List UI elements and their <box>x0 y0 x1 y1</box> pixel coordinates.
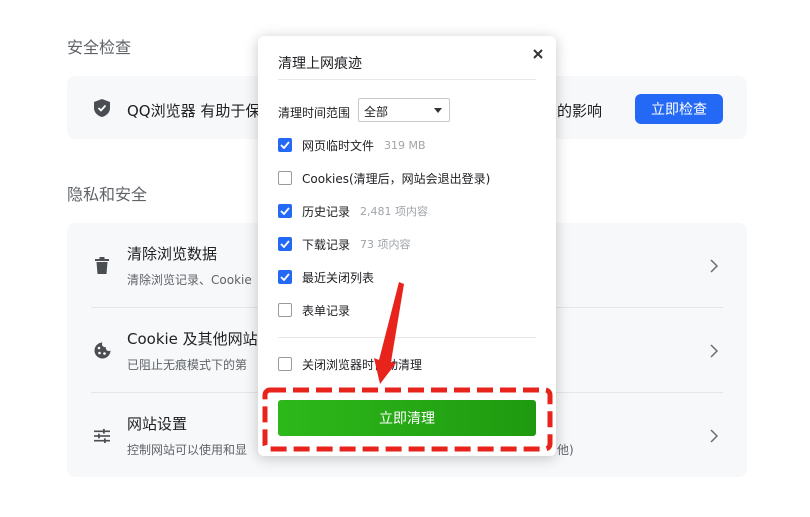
chevron-down-icon <box>434 108 442 113</box>
option-label: 历史记录 <box>302 204 351 219</box>
row-title: 网站设置 <box>127 415 188 433</box>
divider <box>278 337 536 338</box>
chevron-right-icon <box>710 343 719 358</box>
option-meta: 2,481 项内容 <box>360 205 429 218</box>
option-temp-files[interactable]: 网页临时文件 319 MB <box>278 136 426 154</box>
option-meta: 319 MB <box>384 138 426 152</box>
trash-icon <box>93 257 111 275</box>
row-title: Cookie 及其他网站 <box>127 330 258 348</box>
time-range-label: 清理时间范围 <box>278 106 351 120</box>
close-icon[interactable] <box>530 46 546 62</box>
option-cookies[interactable]: Cookies(清理后，网站会退出登录) <box>278 169 490 187</box>
dialog-title: 清理上网痕迹 <box>278 56 362 72</box>
checkbox-unchecked[interactable] <box>278 303 292 317</box>
shield-icon <box>93 98 111 117</box>
chevron-right-icon <box>710 428 719 443</box>
security-section-title: 安全检查 <box>67 38 132 57</box>
divider <box>278 79 536 80</box>
sliders-icon <box>93 427 111 445</box>
clear-history-dialog: 清理上网痕迹 清理时间范围 全部 网页临时文件 319 MB Cookies(清… <box>258 36 556 456</box>
option-label: 网页临时文件 <box>302 138 375 153</box>
option-label: 表单记录 <box>302 303 351 318</box>
option-auto-clean[interactable]: 关闭浏览器时自动清理 <box>278 355 422 373</box>
row-subtitle: 清除浏览记录、Cookie <box>127 273 252 287</box>
option-label: 关闭浏览器时自动清理 <box>302 357 423 372</box>
row-title: 清除浏览数据 <box>127 245 218 263</box>
option-label: 最近关闭列表 <box>302 270 375 285</box>
option-downloads[interactable]: 下载记录 73 项内容 <box>278 235 411 253</box>
security-description-tail: 的影响 <box>557 102 603 120</box>
option-meta: 73 项内容 <box>360 238 411 251</box>
check-now-button[interactable]: 立即检查 <box>635 94 723 124</box>
option-history[interactable]: 历史记录 2,481 项内容 <box>278 202 428 220</box>
time-range-value: 全部 <box>364 105 389 119</box>
checkbox-unchecked[interactable] <box>278 357 292 371</box>
option-recently-closed[interactable]: 最近关闭列表 <box>278 268 374 286</box>
option-form-data[interactable]: 表单记录 <box>278 301 350 319</box>
option-label: Cookies(清理后，网站会退出登录) <box>302 171 491 186</box>
checkbox-checked[interactable] <box>278 138 292 152</box>
security-description: QQ浏览器 有助于保 <box>127 102 261 120</box>
time-range-select[interactable]: 全部 <box>358 98 450 122</box>
clean-now-button[interactable]: 立即清理 <box>278 400 536 436</box>
checkbox-checked[interactable] <box>278 270 292 284</box>
chevron-right-icon <box>710 258 719 273</box>
option-label: 下载记录 <box>302 237 351 252</box>
cookie-icon <box>93 342 111 360</box>
privacy-section-title: 隐私和安全 <box>67 185 148 204</box>
row-subtitle-tail: 他) <box>557 443 574 457</box>
checkbox-checked[interactable] <box>278 204 292 218</box>
checkbox-checked[interactable] <box>278 237 292 251</box>
row-subtitle: 已阻止无痕模式下的第 <box>127 358 248 372</box>
row-subtitle: 控制网站可以使用和显 <box>127 443 248 457</box>
checkbox-unchecked[interactable] <box>278 171 292 185</box>
